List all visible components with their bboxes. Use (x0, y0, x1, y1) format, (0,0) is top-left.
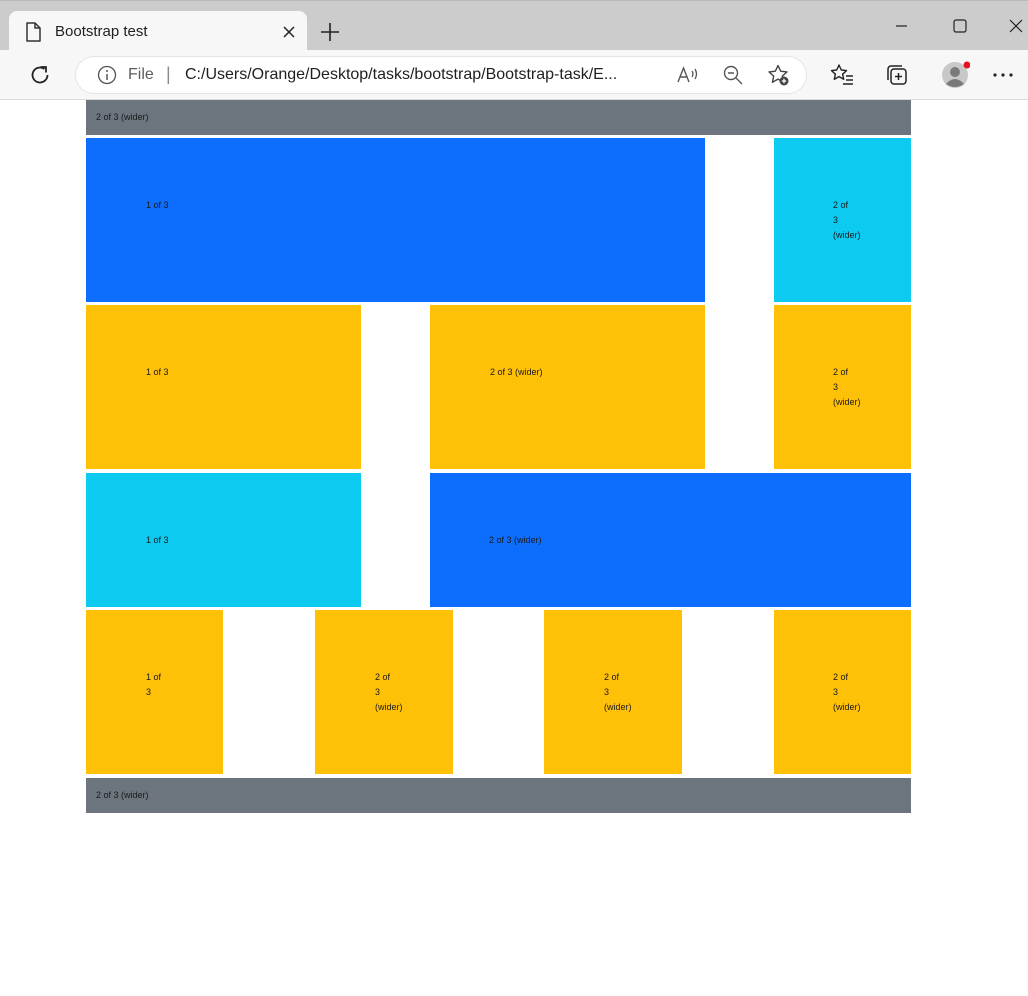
row4-col3-line: 3 (604, 687, 610, 697)
row4-col4-line: 3 (833, 687, 839, 697)
collections-icon[interactable] (884, 62, 910, 88)
maximize-icon[interactable] (945, 13, 975, 41)
address-url[interactable]: C:/Users/Orange/Desktop/tasks/bootstrap/… (185, 66, 665, 84)
row4-col1-line: 3 (146, 687, 152, 697)
close-icon[interactable] (282, 25, 296, 39)
row4-col3-line: 2 of (604, 672, 620, 682)
row2-col2: 2 of 3 (wider) (430, 305, 705, 469)
row1-col1-label: 1 of 3 (146, 200, 169, 210)
add-favorite-icon[interactable] (766, 63, 790, 87)
window-close-icon[interactable] (1000, 13, 1028, 41)
top-bar-column: 2 of 3 (wider) (86, 100, 911, 135)
row3-col2: 2 of 3 (wider) (430, 473, 911, 607)
address-scheme-label: File (128, 66, 154, 83)
address-bar[interactable]: File | C:/Users/Orange/Desktop/tasks/boo… (76, 57, 806, 93)
row3-col1-label: 1 of 3 (146, 535, 169, 545)
page-content: 2 of 3 (wider) 1 of 3 2 of 3 (wider) 1 o… (0, 100, 1028, 996)
row1-col2-line: 3 (833, 215, 839, 225)
row4-col1-line: 1 of (146, 672, 162, 682)
browser-tab[interactable]: Bootstrap test (9, 11, 307, 52)
favorites-icon[interactable] (829, 62, 855, 88)
row4-col3-line: (wider) (604, 702, 632, 712)
top-bar-label: 2 of 3 (wider) (96, 112, 149, 122)
row4-col4: 2 of 3 (wider) (774, 610, 911, 774)
profile-avatar[interactable] (940, 60, 970, 90)
row4-col2-line: 3 (375, 687, 381, 697)
row3-col2-label: 2 of 3 (wider) (489, 535, 542, 545)
info-icon[interactable] (97, 65, 117, 85)
row4-col2-line: (wider) (375, 702, 403, 712)
row3-col1: 1 of 3 (86, 473, 361, 607)
reload-icon[interactable] (27, 62, 53, 88)
row2-col1-label: 1 of 3 (146, 367, 169, 377)
more-icon[interactable] (990, 62, 1016, 88)
row1-col1: 1 of 3 (86, 138, 705, 302)
row2-col3-line: (wider) (833, 397, 861, 407)
row4-col1: 1 of 3 (86, 610, 223, 774)
tab-title: Bootstrap test (55, 23, 148, 40)
minimize-icon[interactable] (886, 13, 916, 41)
row1-col2-line: 2 of (833, 200, 849, 210)
row2-col2-label: 2 of 3 (wider) (490, 367, 543, 377)
row2-col3-line: 3 (833, 382, 839, 392)
row4-col4-line: 2 of (833, 672, 849, 682)
row4-col2: 2 of 3 (wider) (315, 610, 453, 774)
browser-toolbar: File | C:/Users/Orange/Desktop/tasks/boo… (0, 50, 1028, 100)
browser-titlebar: Bootstrap test (0, 0, 1028, 52)
plus-icon[interactable] (318, 20, 342, 44)
bottom-bar-column: 2 of 3 (wider) (86, 778, 911, 813)
page-icon (26, 22, 41, 42)
address-separator: | (166, 64, 171, 84)
row2-col3-line: 2 of (833, 367, 849, 377)
row4-col2-line: 2 of (375, 672, 391, 682)
row4-col4-line: (wider) (833, 702, 861, 712)
zoom-out-icon[interactable] (722, 64, 744, 86)
row4-col3: 2 of 3 (wider) (544, 610, 682, 774)
bottom-bar-label: 2 of 3 (wider) (96, 790, 149, 800)
row2-col3: 2 of 3 (wider) (774, 305, 911, 469)
row2-col1: 1 of 3 (86, 305, 361, 469)
row1-col2-line: (wider) (833, 230, 861, 240)
row1-col2: 2 of 3 (wider) (774, 138, 911, 302)
read-aloud-icon[interactable] (676, 64, 700, 86)
